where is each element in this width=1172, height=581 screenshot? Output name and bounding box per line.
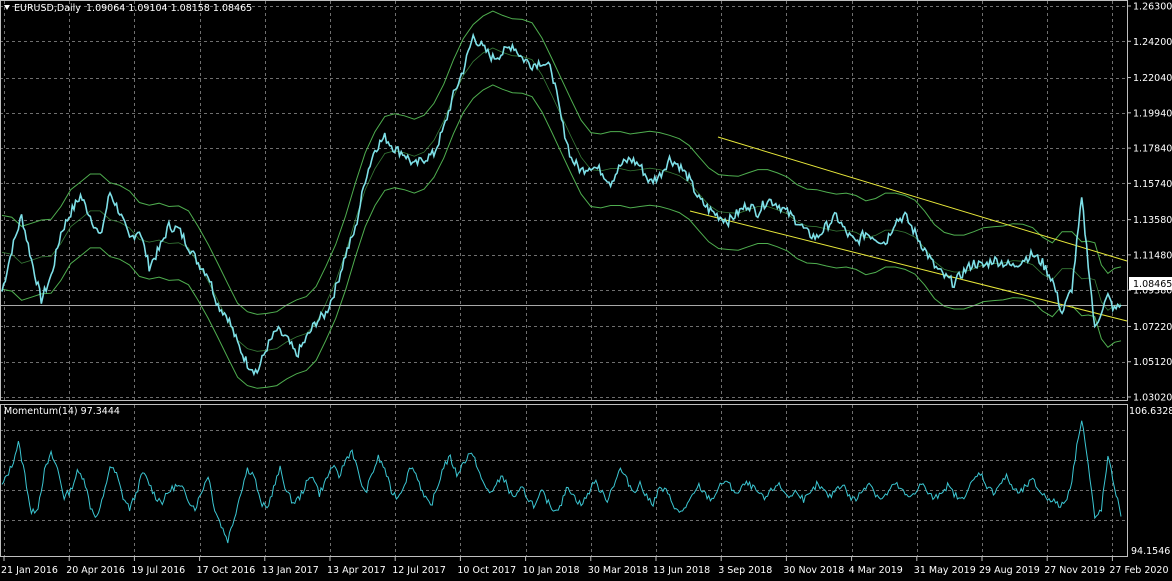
chart-canvas[interactable]: 1.26300 1.24200 1.22040 1.19940 1.17840 1.157… bbox=[0, 0, 1172, 581]
price-axis-tick-label: 1.15740 bbox=[1133, 179, 1172, 190]
price-axis-tick-label: 1.17840 bbox=[1133, 144, 1172, 155]
time-axis-label: 12 Jul 2017 bbox=[392, 565, 446, 576]
time-axis-label: 20 Apr 2016 bbox=[66, 565, 125, 576]
momentum-header: Momentum(14) 97.3444 bbox=[4, 406, 120, 417]
time-axis-label: 10 Oct 2017 bbox=[457, 565, 516, 576]
time-axis-label: 13 Jun 2018 bbox=[653, 565, 710, 576]
time-axis-label: 10 Jan 2018 bbox=[523, 565, 580, 576]
price-axis-tick-label: 1.13580 bbox=[1133, 215, 1172, 226]
time-axis-label: 3 Sep 2018 bbox=[718, 565, 772, 576]
price-axis-tick-label: 1.19940 bbox=[1133, 108, 1172, 119]
time-axis-label: 13 Jan 2017 bbox=[262, 565, 319, 576]
momentum-axis-max-label: 106.6328 bbox=[1129, 406, 1172, 417]
symbol-label: EURUSD,Daily bbox=[14, 3, 81, 14]
time-axis-label: 17 Oct 2016 bbox=[197, 565, 256, 576]
ohlc-values: 1.09064 1.09104 1.08158 1.08465 bbox=[86, 3, 252, 14]
momentum-axis-min-label: 94.1546 bbox=[1131, 546, 1170, 557]
price-axis-tick-label: 1.07220 bbox=[1133, 322, 1172, 333]
price-axis-tick-label: 1.22040 bbox=[1133, 73, 1172, 84]
price-axis-tick-label: 1.11480 bbox=[1133, 250, 1172, 261]
time-axis-label: 29 Aug 2019 bbox=[979, 565, 1040, 576]
price-axis-tick-label: 1.05120 bbox=[1133, 357, 1172, 368]
price-axis-tick-label: 1.24200 bbox=[1133, 37, 1172, 48]
time-axis-label: 13 Apr 2017 bbox=[327, 565, 386, 576]
current-price-label: 1.08465 bbox=[1133, 279, 1172, 290]
time-axis-label: 4 Mar 2019 bbox=[849, 565, 903, 576]
time-axis-label: 31 May 2019 bbox=[914, 565, 976, 576]
price-axis-tick-label: 1.03020 bbox=[1133, 393, 1172, 404]
time-axis-label: 30 Mar 2018 bbox=[588, 565, 648, 576]
price-axis-tick-label: 1.26300 bbox=[1133, 2, 1172, 13]
time-axis-label: 30 Nov 2018 bbox=[783, 565, 844, 576]
time-axis-label: 19 Jul 2016 bbox=[131, 565, 185, 576]
time-axis-label: 21 Jan 2016 bbox=[1, 565, 58, 576]
time-axis-label: 27 Feb 2020 bbox=[1109, 565, 1168, 576]
time-axis-label: 27 Nov 2019 bbox=[1044, 565, 1105, 576]
